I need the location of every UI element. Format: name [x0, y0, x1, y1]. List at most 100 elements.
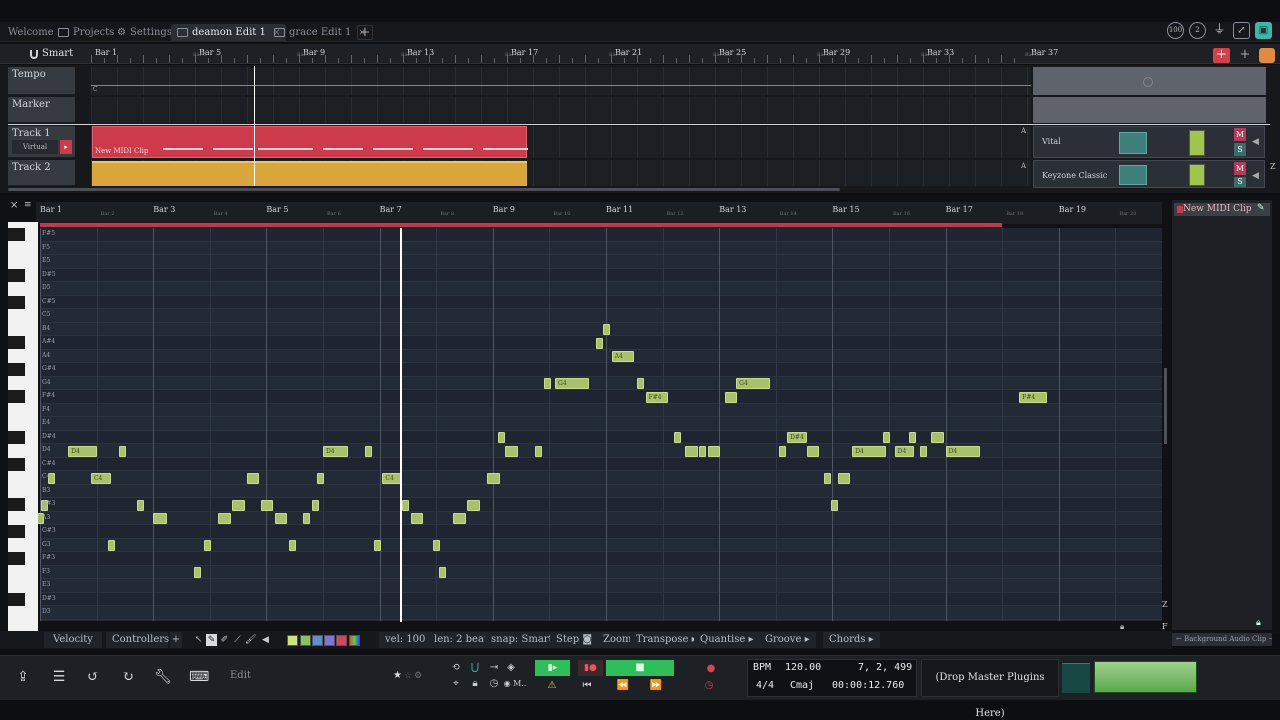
midi-note[interactable] — [535, 445, 543, 457]
midi-note[interactable] — [673, 432, 681, 443]
record-clock-icon[interactable]: ◷ — [698, 679, 720, 693]
track-1-mute-button[interactable]: M — [1234, 128, 1246, 141]
eraser-tool-icon[interactable]: ✐ — [219, 634, 230, 646]
midi-note[interactable] — [883, 432, 891, 443]
midi-note[interactable] — [274, 513, 288, 524]
color-swatch-red[interactable] — [336, 635, 347, 646]
midi-note[interactable] — [595, 337, 603, 349]
editor-vertical-scrollbar[interactable] — [1164, 368, 1167, 444]
add-button[interactable]: + — [1237, 48, 1253, 63]
snap-readout[interactable]: snap: Smart — [485, 632, 559, 648]
track-2-automation-icon[interactable]: A — [1021, 162, 1026, 170]
pointer-tool-icon[interactable]: ↖ — [193, 634, 204, 646]
midi-note[interactable] — [707, 445, 721, 457]
punch-icon[interactable]: ⇥ — [486, 661, 502, 675]
midi-note[interactable] — [543, 378, 551, 389]
piano-roll-grid[interactable]: D4 C4 D4 C4 G4 A4 F#4 G4 D#4 D4 D4 D4 F#4 — [26, 228, 1162, 621]
midi-note[interactable] — [487, 472, 500, 484]
color-swatch-lime[interactable] — [287, 635, 298, 646]
midi-note[interactable] — [303, 513, 311, 524]
marker-lane[interactable] — [91, 97, 1031, 123]
midi-note[interactable] — [365, 445, 373, 457]
clip-lock-icon[interactable]: 🔒︎ — [1256, 618, 1261, 628]
loop-sync-icon[interactable]: ⟲ — [448, 661, 464, 675]
settings-small-icon[interactable]: ⚙ — [414, 671, 422, 681]
track-2-mute-button[interactable]: M — [1234, 162, 1246, 175]
go-to-start-button[interactable]: ⏮ — [576, 679, 598, 693]
piano-black-key[interactable] — [8, 390, 25, 403]
star-icon[interactable]: ★ — [393, 670, 402, 681]
loop-button[interactable]: ▮▸ — [535, 660, 570, 676]
close-editor-icon[interactable]: × — [10, 200, 18, 211]
piano-black-key[interactable] — [8, 525, 25, 538]
editor-zoom-z[interactable]: Z — [1162, 600, 1168, 609]
track-2-solo-button[interactable]: S — [1234, 177, 1246, 187]
track-1-midi-clip[interactable]: New MIDI Clip — [92, 126, 528, 158]
magnet-snap-icon[interactable]: ⋃ — [467, 661, 483, 675]
time-signature[interactable]: 4/4 — [756, 680, 774, 691]
midi-note[interactable]: F#4 — [645, 391, 669, 403]
piano-black-key[interactable] — [8, 228, 25, 241]
midi-note[interactable] — [246, 472, 260, 484]
midi-note[interactable] — [193, 567, 201, 578]
export-icon[interactable]: ⇪ — [14, 668, 32, 686]
piano-black-key[interactable] — [8, 430, 25, 444]
midi-note[interactable] — [498, 432, 506, 443]
editor-playhead[interactable] — [400, 228, 402, 622]
arrange-horizontal-scrollbar[interactable] — [8, 188, 840, 191]
midi-note[interactable] — [317, 472, 325, 484]
midi-note[interactable] — [823, 472, 831, 484]
menu-icon[interactable]: ☰ — [50, 668, 68, 686]
midi-note[interactable] — [119, 445, 127, 457]
stop-button[interactable]: ■ — [606, 660, 674, 676]
lock-icon[interactable]: 🔒︎ — [467, 677, 483, 691]
groove-button[interactable]: Groove ▸ — [759, 632, 816, 648]
editor-zoom-f[interactable]: F — [1162, 622, 1168, 631]
midi-note[interactable]: D4 — [894, 445, 915, 457]
key-signature[interactable]: Cmaj — [790, 680, 814, 691]
color-swatch-purple[interactable] — [324, 635, 335, 646]
color-swatch-green[interactable] — [300, 635, 311, 646]
tempo-lane[interactable]: C — [91, 67, 1031, 95]
brush-tool-icon[interactable]: 🖌︎ — [245, 634, 256, 646]
add-tab-button[interactable]: + — [357, 25, 373, 40]
midi-note[interactable] — [439, 567, 447, 578]
color-swatch-blue[interactable] — [312, 635, 323, 646]
add-lane-button[interactable]: + — [170, 632, 182, 648]
fullscreen-icon[interactable]: ⤢ — [1233, 22, 1250, 39]
piano-black-key[interactable] — [8, 363, 25, 376]
undo-icon[interactable]: ↺ — [84, 668, 102, 686]
redo-icon[interactable]: ↻ — [119, 668, 137, 686]
track-1-instrument[interactable]: Vital — [1042, 137, 1061, 146]
power-icon[interactable] — [1259, 48, 1275, 63]
rewind-button[interactable]: ⏪ — [612, 679, 634, 693]
midi-note[interactable] — [453, 513, 466, 524]
midi-note[interactable] — [778, 445, 786, 457]
midi-note[interactable] — [505, 445, 518, 457]
midi-note[interactable] — [137, 499, 145, 511]
cpu-meter-icon[interactable]: 100 — [1167, 22, 1184, 39]
piano-black-key[interactable] — [8, 336, 25, 349]
piano-keyboard[interactable] — [8, 222, 38, 634]
record-arm-button[interactable]: ▮● — [578, 660, 603, 676]
track-2-instrument[interactable]: Keyzone Classic — [1042, 171, 1107, 180]
pencil-tool-icon[interactable]: ✎ — [206, 634, 217, 646]
midi-note[interactable]: A4 — [611, 351, 635, 362]
midi-note[interactable] — [806, 445, 820, 457]
midi-note[interactable] — [433, 540, 441, 551]
tempo-track-header[interactable]: Tempo — [8, 67, 75, 95]
star-outline-icon[interactable]: ☆ — [404, 671, 412, 681]
track-1-header[interactable]: Track 1 Virtual ▸ — [8, 126, 75, 158]
clip-list-item[interactable]: New MIDI Clip — [1174, 203, 1270, 216]
track-1-automation-icon[interactable]: A — [1021, 127, 1026, 135]
track-1-input[interactable]: Virtual — [12, 140, 58, 154]
midi-note[interactable]: G4 — [555, 378, 589, 389]
line-tool-icon[interactable]: ⟋ — [232, 634, 243, 646]
midi-note[interactable] — [410, 513, 424, 524]
clock-icon[interactable]: ◷ — [486, 677, 502, 691]
edit-pencil-icon[interactable]: ✎ — [1257, 203, 1265, 213]
midi-note[interactable] — [637, 378, 645, 389]
midi-note[interactable]: D4 — [323, 445, 349, 457]
editor-menu-icon[interactable]: ≡ — [24, 200, 32, 210]
midi-note[interactable] — [153, 513, 168, 524]
